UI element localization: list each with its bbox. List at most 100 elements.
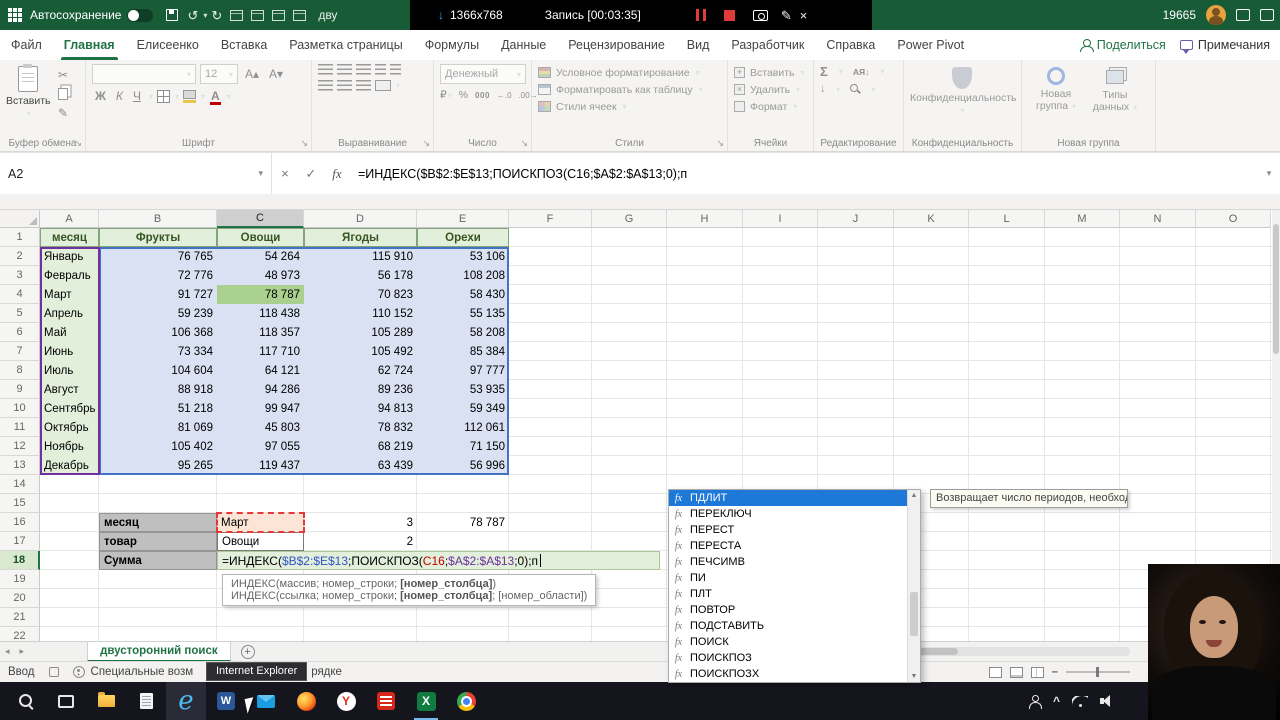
row-header-10[interactable]: 10 — [0, 399, 40, 418]
cell-E3[interactable]: 108 208 — [417, 266, 509, 285]
wrap-text-icon[interactable] — [390, 64, 401, 75]
row-header-2[interactable]: 2 — [0, 247, 40, 266]
row-header-16[interactable]: 16 — [0, 513, 40, 532]
insert-function-icon[interactable]: fx — [324, 166, 350, 182]
autosave-toggle[interactable] — [127, 8, 154, 22]
column-header-C[interactable]: C — [217, 210, 304, 228]
row-header-22[interactable]: 22 — [0, 627, 40, 641]
ribbon-tab-Power Pivot[interactable]: Power Pivot — [886, 30, 975, 60]
column-header-I[interactable]: I — [743, 210, 818, 228]
sort-filter-icon[interactable]: АЯ↓ — [853, 67, 870, 77]
autocomplete-item-ПИ[interactable]: ПИ — [669, 570, 908, 586]
chevron-up-tray-icon[interactable] — [1053, 694, 1060, 708]
cell-B11[interactable]: 81 069 — [99, 418, 217, 437]
cancel-entry-icon[interactable]: × — [272, 166, 298, 181]
scroll-up-icon[interactable]: ▲ — [908, 492, 920, 499]
autocomplete-item-ПДЛИТ[interactable]: ПДЛИТ — [669, 490, 908, 506]
cell-E12[interactable]: 71 150 — [417, 437, 509, 456]
cell-D4[interactable]: 70 823 — [304, 285, 417, 304]
autocomplete-item-ПОВТОР[interactable]: ПОВТОР — [669, 602, 908, 618]
cell-B5[interactable]: 59 239 — [99, 304, 217, 323]
quick-access-icon[interactable] — [251, 9, 265, 21]
column-header-K[interactable]: K — [894, 210, 969, 228]
align-center-icon[interactable] — [337, 80, 352, 91]
comma-format-icon[interactable]: 000 — [475, 91, 490, 100]
undo-icon[interactable]: ↺ — [187, 9, 198, 22]
cell-C5[interactable]: 118 438 — [217, 304, 304, 323]
pause-recording-icon[interactable] — [695, 9, 706, 21]
column-header-N[interactable]: N — [1120, 210, 1196, 228]
zoom-slider[interactable] — [1066, 667, 1130, 677]
cell-E9[interactable]: 53 935 — [417, 380, 509, 399]
percent-format-icon[interactable]: % — [459, 89, 468, 101]
cell-B12[interactable]: 105 402 — [99, 437, 217, 456]
cell-B17[interactable]: товар — [99, 532, 217, 551]
delete-cells-button[interactable]: × Удалить ▾ — [734, 81, 809, 98]
network-tray-icon[interactable] — [1072, 695, 1089, 707]
cell-D11[interactable]: 78 832 — [304, 418, 417, 437]
number-format-select[interactable]: Денежный ▾ — [440, 64, 526, 84]
clipboard-dialog-launcher-icon[interactable]: ↘ — [74, 138, 82, 149]
cell-C10[interactable]: 99 947 — [217, 399, 304, 418]
align-top-icon[interactable] — [318, 64, 333, 75]
cell-E16[interactable]: 78 787 — [417, 513, 509, 532]
stop-recording-icon[interactable] — [723, 9, 735, 21]
sheet-nav-left-icon[interactable]: ◂ — [0, 646, 15, 657]
page-layout-view-icon[interactable] — [1009, 666, 1023, 678]
fill-color-icon[interactable] — [182, 90, 196, 103]
pencil-icon[interactable]: ✎ — [781, 9, 792, 22]
select-all-corner[interactable] — [0, 210, 40, 228]
enter-entry-icon[interactable]: ✓ — [298, 166, 324, 182]
row-header-5[interactable]: 5 — [0, 304, 40, 323]
row-header-21[interactable]: 21 — [0, 608, 40, 627]
column-header-G[interactable]: G — [592, 210, 667, 228]
styles-dialog-launcher-icon[interactable]: ↘ — [716, 138, 724, 149]
ribbon-tab-Рецензирование[interactable]: Рецензирование — [557, 30, 676, 60]
cell-C9[interactable]: 94 286 — [217, 380, 304, 399]
format-as-table-button[interactable]: Форматировать как таблицу ▾ — [538, 81, 723, 98]
comments-button[interactable]: Примечания — [1179, 38, 1270, 54]
ribbon-tab-Справка[interactable]: Справка — [815, 30, 886, 60]
column-header-F[interactable]: F — [509, 210, 592, 228]
cell-C17[interactable]: Овощи — [217, 532, 304, 551]
autocomplete-item-ПОИСКПОЗ[interactable]: ПОИСКПОЗ — [669, 650, 908, 666]
notepad-taskbar-button[interactable] — [126, 682, 166, 720]
column-header-O[interactable]: O — [1196, 210, 1271, 228]
autocomplete-item-ПОДСТАВИТЬ[interactable]: ПОДСТАВИТЬ — [669, 618, 908, 634]
autosum-icon[interactable]: Σ — [820, 64, 828, 79]
zoom-out-icon[interactable]: – — [1052, 666, 1058, 678]
conditional-formatting-button[interactable]: Условное форматирование ▾ — [538, 64, 723, 81]
sheet-tab-active[interactable]: двусторонний поиск — [87, 641, 231, 662]
cell-B1[interactable]: Фрукты — [99, 228, 217, 247]
row-header-9[interactable]: 9 — [0, 380, 40, 399]
cell-E10[interactable]: 59 349 — [417, 399, 509, 418]
autocomplete-item-ПЕЧСИМВ[interactable]: ПЕЧСИМВ — [669, 554, 908, 570]
row-header-4[interactable]: 4 — [0, 285, 40, 304]
spreadsheet-grid[interactable]: ИНДЕКС(массив; номер_строки; [номер_стол… — [0, 210, 1272, 641]
row-header-8[interactable]: 8 — [0, 361, 40, 380]
row-header-3[interactable]: 3 — [0, 266, 40, 285]
format-cells-button[interactable]: Формат ▾ — [734, 98, 809, 115]
formula-edit-cell[interactable]: =ИНДЕКС($B$2:$E$13 ;ПОИСКПОЗ(C16; $A$2:$A$… — [217, 551, 660, 570]
paste-button[interactable]: Вставить ▾ — [6, 64, 51, 119]
avatar[interactable] — [1206, 5, 1226, 25]
file-explorer-taskbar-button[interactable] — [86, 682, 126, 720]
decrease-font-icon[interactable]: А▾ — [266, 67, 286, 81]
borders-icon[interactable] — [156, 89, 170, 103]
ribbon-tab-Формулы[interactable]: Формулы — [414, 30, 490, 60]
cell-D13[interactable]: 63 439 — [304, 456, 417, 475]
format-painter-icon[interactable]: ✎ — [58, 106, 68, 120]
row-header-6[interactable]: 6 — [0, 323, 40, 342]
find-select-icon[interactable] — [850, 84, 860, 94]
sheet-nav-right-icon[interactable]: ▸ — [15, 646, 30, 657]
column-header-M[interactable]: M — [1045, 210, 1120, 228]
cell-B18[interactable]: Сумма — [99, 551, 217, 570]
italic-button[interactable]: К — [113, 89, 126, 103]
share-button[interactable]: Поделиться — [1079, 38, 1166, 52]
cell-C13[interactable]: 119 437 — [217, 456, 304, 475]
internet-explorer-taskbar-button[interactable] — [166, 682, 206, 720]
orientation-icon[interactable] — [375, 64, 386, 75]
task-view-taskbar-button[interactable] — [46, 682, 86, 720]
increase-decimal-icon[interactable]: ←.0 — [497, 91, 512, 100]
quick-access-icon[interactable] — [293, 9, 307, 21]
